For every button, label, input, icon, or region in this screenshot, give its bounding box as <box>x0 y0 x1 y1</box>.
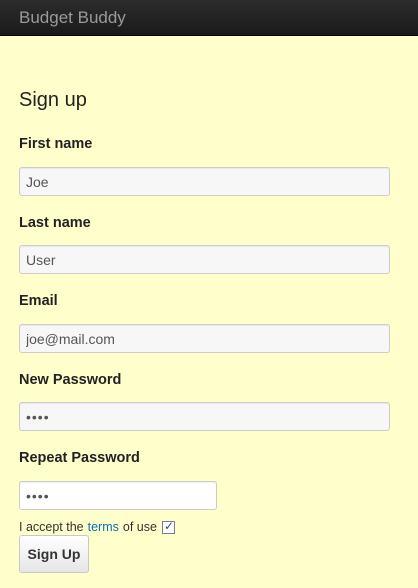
top-navbar: Budget Buddy <box>0 0 418 36</box>
first-name-input[interactable] <box>19 167 390 196</box>
last-name-label: Last name <box>19 215 91 231</box>
first-name-label: First name <box>19 136 93 152</box>
new-password-label: New Password <box>19 372 122 388</box>
checkmark-icon: ✓ <box>163 518 174 533</box>
new-password-input[interactable] <box>19 402 390 431</box>
terms-suffix-text: of use <box>122 520 157 534</box>
terms-prefix-text: I accept the <box>19 520 84 534</box>
email-input[interactable] <box>19 324 390 353</box>
sign-up-button[interactable]: Sign Up <box>19 535 89 573</box>
terms-link[interactable]: terms <box>88 519 119 535</box>
terms-acceptance: I accept the terms of use ✓ <box>19 519 175 535</box>
repeat-password-input[interactable] <box>19 481 217 510</box>
page-title: Sign up <box>19 89 87 111</box>
email-label: Email <box>19 293 58 309</box>
brand-link[interactable]: Budget Buddy <box>19 8 126 28</box>
repeat-password-label: Repeat Password <box>19 450 140 466</box>
terms-checkbox[interactable]: ✓ <box>161 518 175 534</box>
last-name-input[interactable] <box>19 245 390 274</box>
